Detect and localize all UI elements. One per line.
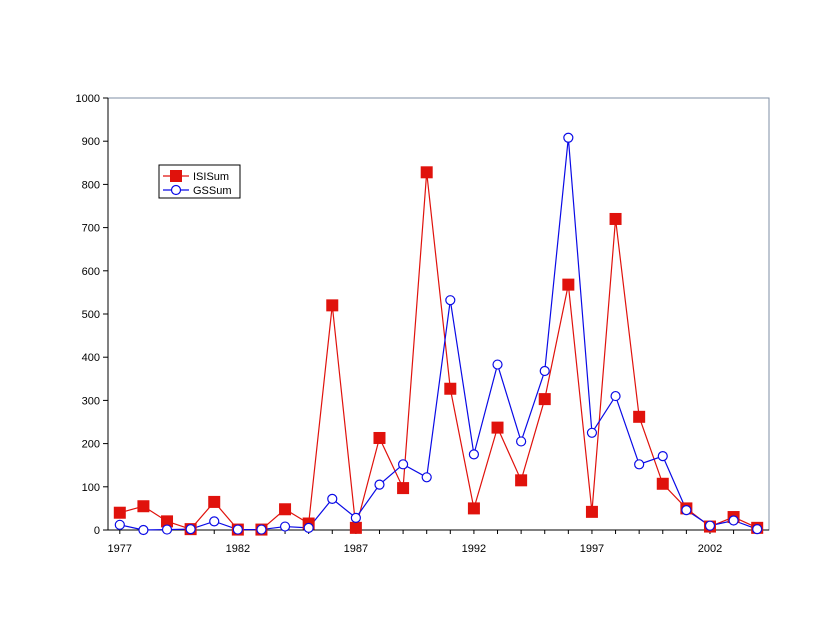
- y-tick-label: 200: [82, 439, 100, 451]
- legend-isisum-label: ISISum: [193, 171, 229, 183]
- gssum-point: [610, 390, 621, 402]
- isisum-point: [349, 521, 362, 534]
- isisum-point: [656, 477, 669, 490]
- y-tick-label: 600: [82, 266, 100, 278]
- gssum-point: [303, 522, 314, 533]
- x-tick-label: 1982: [226, 543, 250, 555]
- isisum-point: [515, 474, 528, 487]
- y-tick-label: 400: [82, 352, 100, 364]
- gssum-point: [232, 524, 243, 535]
- isisum-point: [467, 502, 480, 515]
- gssum-point: [752, 524, 763, 535]
- x-tick-label: 1997: [580, 543, 604, 555]
- isisum-point: [585, 505, 598, 518]
- gssum-point: [681, 505, 692, 516]
- legend: ISISum GSSum: [158, 164, 241, 199]
- y-tick-label: 300: [82, 395, 100, 407]
- legend-gssum-label: GSSum: [193, 185, 232, 197]
- x-axis-ticks: 1977 1982 1987 1992 1997 2002: [108, 530, 758, 555]
- y-tick-label: 1000: [76, 93, 100, 105]
- gssum-point: [563, 132, 574, 143]
- gssum-point: [728, 515, 739, 526]
- gssum-point: [492, 359, 503, 370]
- legend-isisum-marker: [170, 170, 182, 182]
- gssum-point: [114, 519, 125, 530]
- gssum-point: [539, 365, 550, 377]
- x-tick-label: 1977: [108, 543, 132, 555]
- gssum-point: [374, 479, 385, 490]
- gssum-point: [209, 516, 220, 527]
- gssum-point: [350, 512, 361, 524]
- isisum-point: [491, 421, 504, 434]
- y-tick-label: 900: [82, 136, 100, 148]
- isisum-point: [373, 431, 386, 444]
- legend-gssum-marker: [170, 184, 182, 196]
- y-tick-label: 800: [82, 179, 100, 191]
- gssum-point: [586, 427, 598, 438]
- gssum-point: [445, 295, 456, 306]
- isisum-point: [562, 278, 575, 291]
- y-tick-label: 0: [94, 525, 100, 537]
- isisum-point: [633, 410, 646, 423]
- y-axis-ticks: 0 100 200 300 400 500 600 700 800 900 1000: [76, 93, 108, 537]
- gssum-point: [185, 524, 196, 535]
- x-tick-label: 1992: [462, 543, 486, 555]
- isisum-point: [609, 212, 622, 225]
- x-tick-label: 1987: [344, 543, 368, 555]
- gssum-point: [397, 459, 409, 470]
- gssum-point: [256, 524, 267, 535]
- line-chart: 0 100 200 300 400 500 600 700 800 900 1000 1977 198…: [76, 93, 770, 555]
- isisum-point: [279, 503, 292, 516]
- x-tick-label: 2002: [698, 543, 722, 555]
- isisum-point: [208, 495, 221, 508]
- y-tick-label: 500: [82, 309, 100, 321]
- isisum-point: [397, 482, 410, 495]
- gssum-point: [327, 493, 338, 504]
- gssum-point: [161, 524, 173, 535]
- isisum-point: [420, 166, 433, 179]
- gssum-point: [634, 459, 645, 470]
- plot-area: [107, 97, 770, 531]
- gssum-point: [468, 449, 480, 460]
- isisum-point: [137, 500, 150, 513]
- gssum-point: [516, 436, 527, 447]
- isisum-point: [538, 393, 551, 406]
- gssum-point: [421, 472, 432, 483]
- gssum-point: [704, 520, 716, 531]
- y-tick-label: 100: [82, 482, 100, 494]
- gssum-point: [279, 521, 291, 532]
- isisum-point: [444, 382, 457, 395]
- gssum-point: [138, 524, 149, 536]
- isisum-point: [113, 506, 126, 519]
- isisum-point: [326, 299, 339, 312]
- y-tick-label: 700: [82, 223, 100, 235]
- gssum-point: [657, 451, 668, 462]
